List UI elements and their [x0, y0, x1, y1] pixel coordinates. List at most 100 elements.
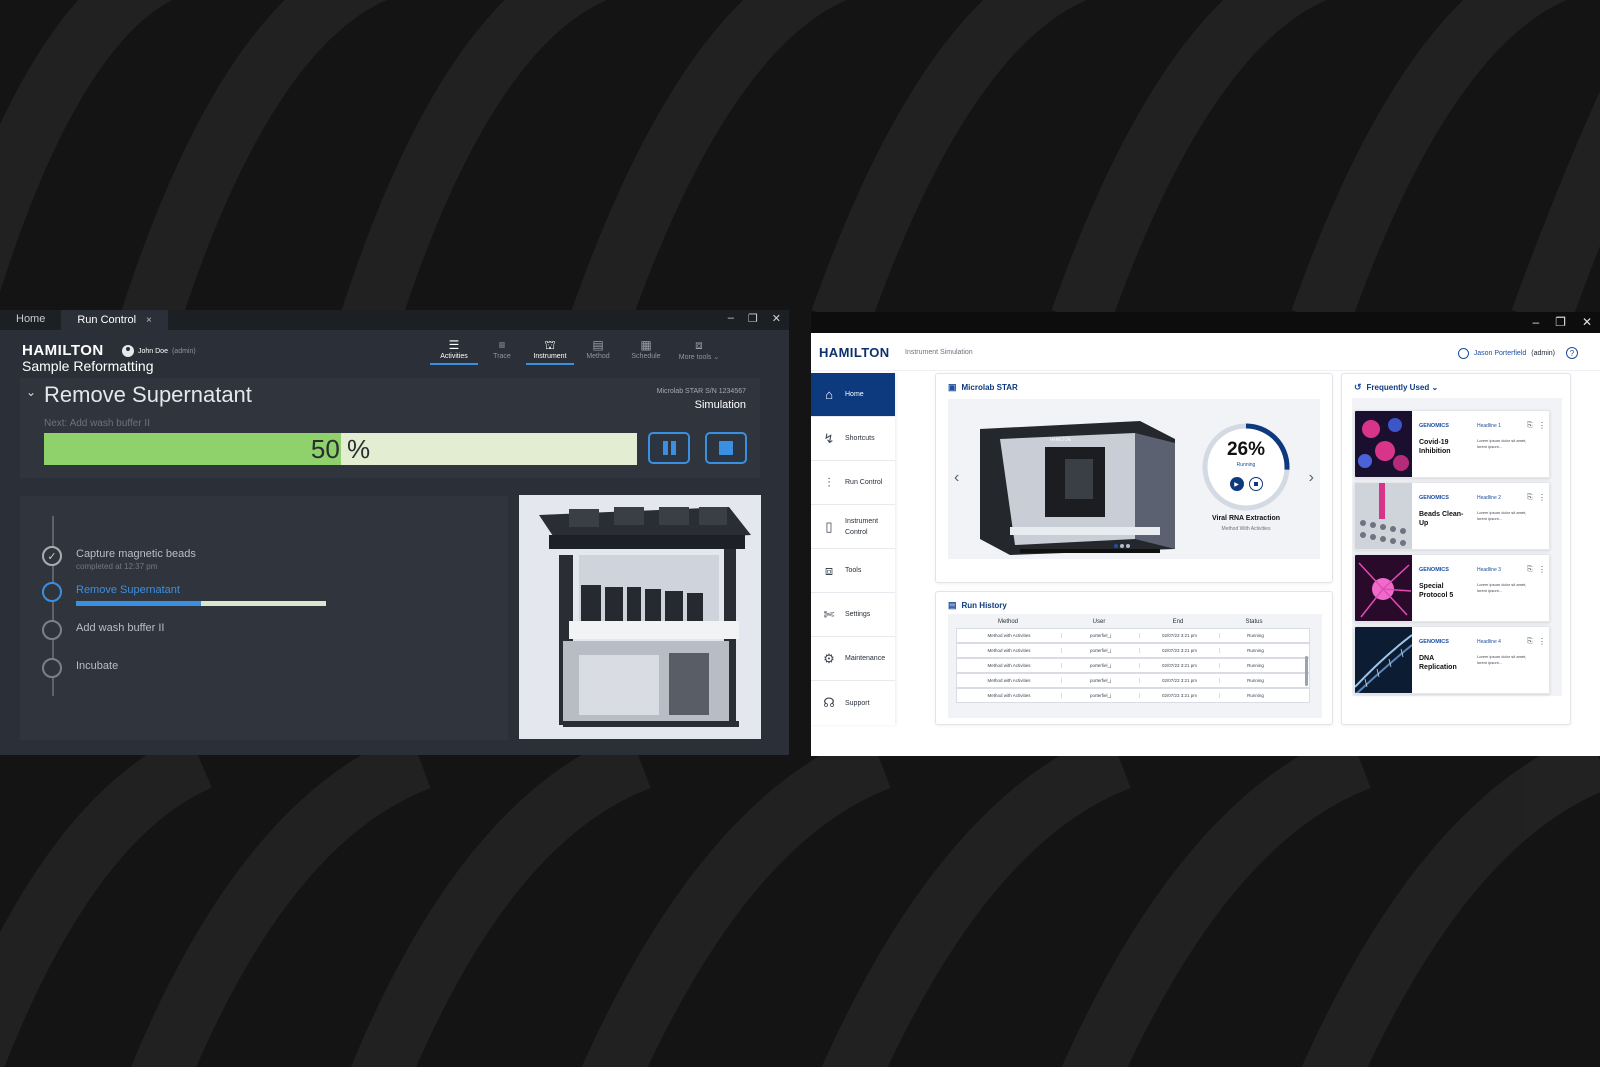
card-title[interactable]: ↺ Frequently Used ⌄ [1354, 382, 1438, 393]
table-cell: Method with Activities [987, 678, 1031, 683]
item-headline: Headline 3 [1477, 567, 1501, 573]
sidebar-item-shortcuts[interactable]: ↯ Shortcuts [811, 417, 895, 461]
attachment-icon[interactable]: ⎘ [1527, 422, 1533, 430]
table-row[interactable]: Method with Activities porterfiel_j 02/07/… [956, 628, 1310, 643]
stop-button[interactable] [705, 432, 747, 464]
table-cell: Method with Activities [987, 633, 1031, 638]
nav-method[interactable]: ▤ Method [574, 338, 622, 365]
nav-activities[interactable]: ☰ Activities [430, 338, 478, 365]
step-item[interactable]: Add wash buffer II [42, 620, 164, 640]
user-info[interactable]: John Doe (admin) [122, 345, 196, 357]
instrument-carousel: ‹ › HAMILTON 26% Running ▶ Viral RNA Ext… [948, 399, 1320, 559]
chevron-right-icon[interactable]: › [1309, 469, 1314, 487]
step-progress-bar [76, 601, 326, 606]
instrument-image: HAMILTON [980, 421, 1175, 555]
sidebar-item-home[interactable]: ⌂ Home [811, 373, 895, 417]
more-menu-icon[interactable]: ⋮ [1538, 637, 1546, 646]
nav-instrument[interactable]: ⛫ Instrument [526, 338, 574, 365]
help-icon[interactable]: ? [1566, 347, 1578, 359]
table-row[interactable]: Method with Activities porterfiel_j 02/07/… [956, 658, 1310, 673]
list-item[interactable]: GENOMICS Special Protocol 5 Headline 3 L… [1354, 554, 1550, 622]
list-item[interactable]: GENOMICS Beads Clean-Up Headline 2 Lorem… [1354, 482, 1550, 550]
column-header[interactable]: Status [1218, 619, 1290, 625]
item-name: Beads Clean-Up [1419, 511, 1464, 527]
close-button[interactable]: ✕ [1582, 315, 1592, 329]
attachment-icon[interactable]: ⎘ [1527, 494, 1533, 502]
nav-label: Method [586, 353, 610, 360]
more-menu-icon[interactable]: ⋮ [1538, 421, 1546, 430]
close-button[interactable]: ✕ [772, 312, 781, 325]
step-item[interactable]: Incubate [42, 658, 118, 678]
carousel-dot[interactable] [1120, 544, 1124, 548]
table-row[interactable]: Method with Activities porterfiel_j 02/07/… [956, 688, 1310, 703]
card-title: ▣ Microlab STAR [948, 382, 1018, 393]
table-row[interactable]: Method with Activities porterfiel_j 02/07/… [956, 673, 1310, 688]
nav-more-tools[interactable]: ⧈ More tools ⌄ [670, 338, 728, 365]
restore-button[interactable]: ❐ [748, 312, 758, 325]
nav-label: Trace [493, 353, 511, 360]
restore-button[interactable]: ❐ [1555, 315, 1566, 329]
nav-trace[interactable]: ≡ Trace [478, 338, 526, 365]
tab-home[interactable]: Home [0, 310, 61, 330]
close-tab-icon[interactable]: × [146, 315, 152, 326]
instrument-icon: ▯ [825, 518, 833, 534]
stop-button[interactable] [1248, 477, 1263, 491]
sidebar-item-label: Maintenance [845, 655, 886, 662]
item-headline: Headline 1 [1477, 423, 1501, 429]
tab-run-control[interactable]: Run Control × [61, 310, 168, 330]
user-info[interactable]: Jason Porterfield (admin) ? [1457, 347, 1578, 359]
window-controls: – ❐ ✕ [1532, 315, 1592, 329]
table-row[interactable]: Method with Activities porterfiel_j 02/07/… [956, 643, 1310, 658]
robot-icon: ⛫ [544, 338, 556, 352]
minimize-button[interactable]: – [1532, 315, 1539, 329]
nav-schedule[interactable]: ▦ Schedule [622, 338, 670, 365]
title-bar: – ❐ ✕ [811, 312, 1600, 333]
attachment-icon[interactable]: ⎘ [1527, 566, 1533, 574]
nav-label: Instrument [533, 353, 567, 360]
more-menu-icon[interactable]: ⋮ [1538, 493, 1546, 502]
step-item[interactable]: ✓ Capture magnetic beads completed at 12… [42, 546, 196, 571]
user-name: John Doe [138, 347, 168, 355]
step-item[interactable]: Remove Supernatant [42, 582, 326, 606]
carousel-dots[interactable] [1114, 544, 1130, 548]
column-header[interactable]: Method [956, 619, 1060, 625]
minimize-button[interactable]: – [728, 312, 734, 325]
progress-label: 50 % [310, 434, 371, 464]
sidebar-item-settings[interactable]: ✄ Settings [811, 593, 895, 637]
method-icon: ▤ [592, 338, 604, 352]
sidebar-item-tools[interactable]: ⧈ Tools [811, 549, 895, 593]
scrollbar[interactable] [1305, 656, 1308, 686]
item-name: Special Protocol 5 [1419, 583, 1454, 599]
instrument-3d-view[interactable] [519, 495, 761, 739]
list-item[interactable]: GENOMICS Covid-19 Inhibition Headline 1 … [1354, 410, 1550, 478]
run-name: Viral RNA Extraction [1211, 515, 1281, 522]
sidebar-item-maintenance[interactable]: ⚙ Maintenance [811, 637, 895, 681]
card-title-text: Frequently Used ⌄ [1366, 383, 1439, 392]
table-cell: Method with Activities [987, 648, 1031, 653]
list-item[interactable]: GENOMICS DNA Replication Headline 4 Lore… [1354, 626, 1550, 694]
sidebar-item-label: Instrument Control [845, 517, 879, 536]
sidebar-item-label: Shortcuts [845, 435, 875, 442]
sidebar-item-support[interactable]: ☊ Support [811, 681, 895, 725]
carousel-dot[interactable] [1114, 544, 1118, 548]
pause-button[interactable] [648, 432, 690, 464]
more-menu-icon[interactable]: ⋮ [1538, 565, 1546, 574]
home-icon: ⌂ [825, 387, 833, 402]
column-header[interactable]: User [1060, 619, 1138, 625]
stop-icon [719, 441, 733, 455]
play-button[interactable]: ▶ [1229, 477, 1244, 491]
attachment-icon[interactable]: ⎘ [1527, 638, 1533, 646]
sidebar-item-instrument-control[interactable]: ▯ Instrument Control [811, 505, 895, 549]
check-icon: ✓ [42, 546, 62, 566]
sidebar-item-run-control[interactable]: ⫶ Run Control [811, 461, 895, 505]
run-mode: Simulation [694, 399, 746, 411]
item-description: Lorem ipsum dolor sit amet, lorem ipsum.… [1477, 582, 1527, 593]
play-icon: ▶ [1234, 481, 1239, 488]
chevron-left-icon[interactable]: ‹ [954, 469, 959, 487]
column-header[interactable]: End [1138, 619, 1218, 625]
toolbox-icon: ⧈ [695, 338, 703, 352]
device-icon: ▣ [948, 382, 957, 392]
cells-thumbnail [1355, 411, 1412, 477]
carousel-dot[interactable] [1126, 544, 1130, 548]
collapse-chevron-icon[interactable]: ⌄ [26, 385, 36, 399]
